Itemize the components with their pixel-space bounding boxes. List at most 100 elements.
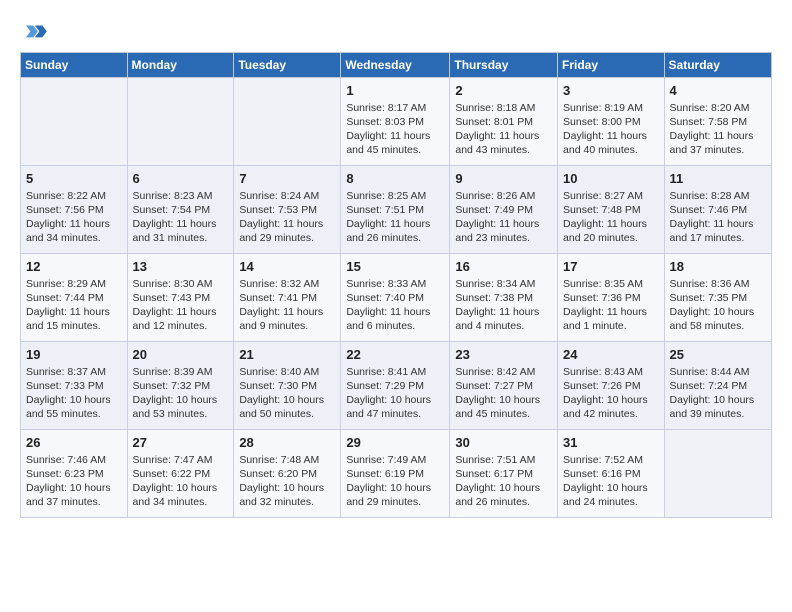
calendar-body: 1Sunrise: 8:17 AMSunset: 8:03 PMDaylight… [21, 78, 772, 518]
day-number: 27 [133, 434, 229, 452]
calendar-cell: 9Sunrise: 8:26 AMSunset: 7:49 PMDaylight… [450, 166, 558, 254]
calendar-cell: 7Sunrise: 8:24 AMSunset: 7:53 PMDaylight… [234, 166, 341, 254]
day-info: Daylight: 11 hours and 34 minutes. [26, 217, 122, 245]
day-info: Sunset: 7:32 PM [133, 379, 229, 393]
day-info: Daylight: 11 hours and 37 minutes. [670, 129, 766, 157]
calendar-cell: 21Sunrise: 8:40 AMSunset: 7:30 PMDayligh… [234, 342, 341, 430]
day-info: Sunrise: 8:20 AM [670, 101, 766, 115]
day-number: 14 [239, 258, 335, 276]
day-number: 3 [563, 82, 659, 100]
calendar-cell: 15Sunrise: 8:33 AMSunset: 7:40 PMDayligh… [341, 254, 450, 342]
weekday-header-tuesday: Tuesday [234, 53, 341, 78]
calendar-week-4: 26Sunrise: 7:46 AMSunset: 6:23 PMDayligh… [21, 430, 772, 518]
day-info: Sunrise: 8:19 AM [563, 101, 659, 115]
calendar-cell: 28Sunrise: 7:48 AMSunset: 6:20 PMDayligh… [234, 430, 341, 518]
page: SundayMondayTuesdayWednesdayThursdayFrid… [0, 0, 792, 536]
day-info: Sunrise: 8:29 AM [26, 277, 122, 291]
calendar-cell: 12Sunrise: 8:29 AMSunset: 7:44 PMDayligh… [21, 254, 128, 342]
day-info: Daylight: 11 hours and 40 minutes. [563, 129, 659, 157]
day-info: Sunset: 7:56 PM [26, 203, 122, 217]
day-info: Daylight: 11 hours and 17 minutes. [670, 217, 766, 245]
day-info: Sunset: 7:41 PM [239, 291, 335, 305]
day-info: Sunrise: 8:28 AM [670, 189, 766, 203]
day-info: Sunrise: 8:27 AM [563, 189, 659, 203]
day-info: Sunset: 6:23 PM [26, 467, 122, 481]
calendar-cell: 14Sunrise: 8:32 AMSunset: 7:41 PMDayligh… [234, 254, 341, 342]
day-number: 28 [239, 434, 335, 452]
calendar-header: SundayMondayTuesdayWednesdayThursdayFrid… [21, 53, 772, 78]
weekday-header-wednesday: Wednesday [341, 53, 450, 78]
calendar-cell: 25Sunrise: 8:44 AMSunset: 7:24 PMDayligh… [664, 342, 771, 430]
day-info: Sunrise: 8:32 AM [239, 277, 335, 291]
day-info: Daylight: 10 hours and 26 minutes. [455, 481, 552, 509]
calendar-week-3: 19Sunrise: 8:37 AMSunset: 7:33 PMDayligh… [21, 342, 772, 430]
day-info: Daylight: 11 hours and 15 minutes. [26, 305, 122, 333]
day-number: 15 [346, 258, 444, 276]
day-number: 2 [455, 82, 552, 100]
day-number: 10 [563, 170, 659, 188]
calendar-cell: 8Sunrise: 8:25 AMSunset: 7:51 PMDaylight… [341, 166, 450, 254]
day-info: Sunrise: 7:48 AM [239, 453, 335, 467]
day-number: 5 [26, 170, 122, 188]
day-info: Daylight: 10 hours and 58 minutes. [670, 305, 766, 333]
day-info: Sunset: 7:35 PM [670, 291, 766, 305]
day-info: Daylight: 11 hours and 29 minutes. [239, 217, 335, 245]
day-info: Daylight: 10 hours and 29 minutes. [346, 481, 444, 509]
calendar-week-1: 5Sunrise: 8:22 AMSunset: 7:56 PMDaylight… [21, 166, 772, 254]
day-number: 25 [670, 346, 766, 364]
day-info: Daylight: 10 hours and 24 minutes. [563, 481, 659, 509]
weekday-header-monday: Monday [127, 53, 234, 78]
day-info: Sunrise: 8:23 AM [133, 189, 229, 203]
day-info: Sunset: 7:40 PM [346, 291, 444, 305]
day-info: Sunset: 7:33 PM [26, 379, 122, 393]
calendar-cell: 17Sunrise: 8:35 AMSunset: 7:36 PMDayligh… [558, 254, 665, 342]
day-info: Sunset: 7:54 PM [133, 203, 229, 217]
day-info: Sunrise: 8:37 AM [26, 365, 122, 379]
day-info: Sunrise: 8:22 AM [26, 189, 122, 203]
day-number: 18 [670, 258, 766, 276]
day-info: Daylight: 10 hours and 45 minutes. [455, 393, 552, 421]
day-info: Daylight: 11 hours and 6 minutes. [346, 305, 444, 333]
day-info: Daylight: 10 hours and 34 minutes. [133, 481, 229, 509]
day-number: 12 [26, 258, 122, 276]
day-info: Sunset: 6:22 PM [133, 467, 229, 481]
day-info: Sunset: 8:03 PM [346, 115, 444, 129]
day-info: Daylight: 11 hours and 45 minutes. [346, 129, 444, 157]
day-number: 6 [133, 170, 229, 188]
day-number: 16 [455, 258, 552, 276]
calendar-cell: 23Sunrise: 8:42 AMSunset: 7:27 PMDayligh… [450, 342, 558, 430]
day-number: 9 [455, 170, 552, 188]
day-info: Sunrise: 8:17 AM [346, 101, 444, 115]
day-info: Daylight: 11 hours and 9 minutes. [239, 305, 335, 333]
day-info: Sunrise: 8:33 AM [346, 277, 444, 291]
day-info: Sunset: 7:46 PM [670, 203, 766, 217]
header [20, 18, 772, 46]
calendar-cell: 29Sunrise: 7:49 AMSunset: 6:19 PMDayligh… [341, 430, 450, 518]
calendar-cell: 16Sunrise: 8:34 AMSunset: 7:38 PMDayligh… [450, 254, 558, 342]
day-number: 4 [670, 82, 766, 100]
calendar-cell: 19Sunrise: 8:37 AMSunset: 7:33 PMDayligh… [21, 342, 128, 430]
day-info: Sunset: 7:36 PM [563, 291, 659, 305]
day-info: Daylight: 10 hours and 32 minutes. [239, 481, 335, 509]
day-info: Sunset: 8:01 PM [455, 115, 552, 129]
day-number: 22 [346, 346, 444, 364]
day-info: Daylight: 11 hours and 23 minutes. [455, 217, 552, 245]
day-info: Sunset: 7:44 PM [26, 291, 122, 305]
day-number: 30 [455, 434, 552, 452]
day-info: Sunset: 7:58 PM [670, 115, 766, 129]
day-info: Sunset: 7:29 PM [346, 379, 444, 393]
day-info: Sunset: 7:53 PM [239, 203, 335, 217]
day-info: Sunrise: 7:47 AM [133, 453, 229, 467]
day-number: 29 [346, 434, 444, 452]
day-info: Sunrise: 8:39 AM [133, 365, 229, 379]
day-number: 20 [133, 346, 229, 364]
day-info: Sunset: 7:48 PM [563, 203, 659, 217]
day-info: Sunset: 6:17 PM [455, 467, 552, 481]
day-info: Sunrise: 8:42 AM [455, 365, 552, 379]
calendar-cell: 24Sunrise: 8:43 AMSunset: 7:26 PMDayligh… [558, 342, 665, 430]
day-info: Sunrise: 8:18 AM [455, 101, 552, 115]
day-info: Daylight: 10 hours and 50 minutes. [239, 393, 335, 421]
weekday-header-thursday: Thursday [450, 53, 558, 78]
day-info: Sunset: 6:19 PM [346, 467, 444, 481]
day-number: 24 [563, 346, 659, 364]
